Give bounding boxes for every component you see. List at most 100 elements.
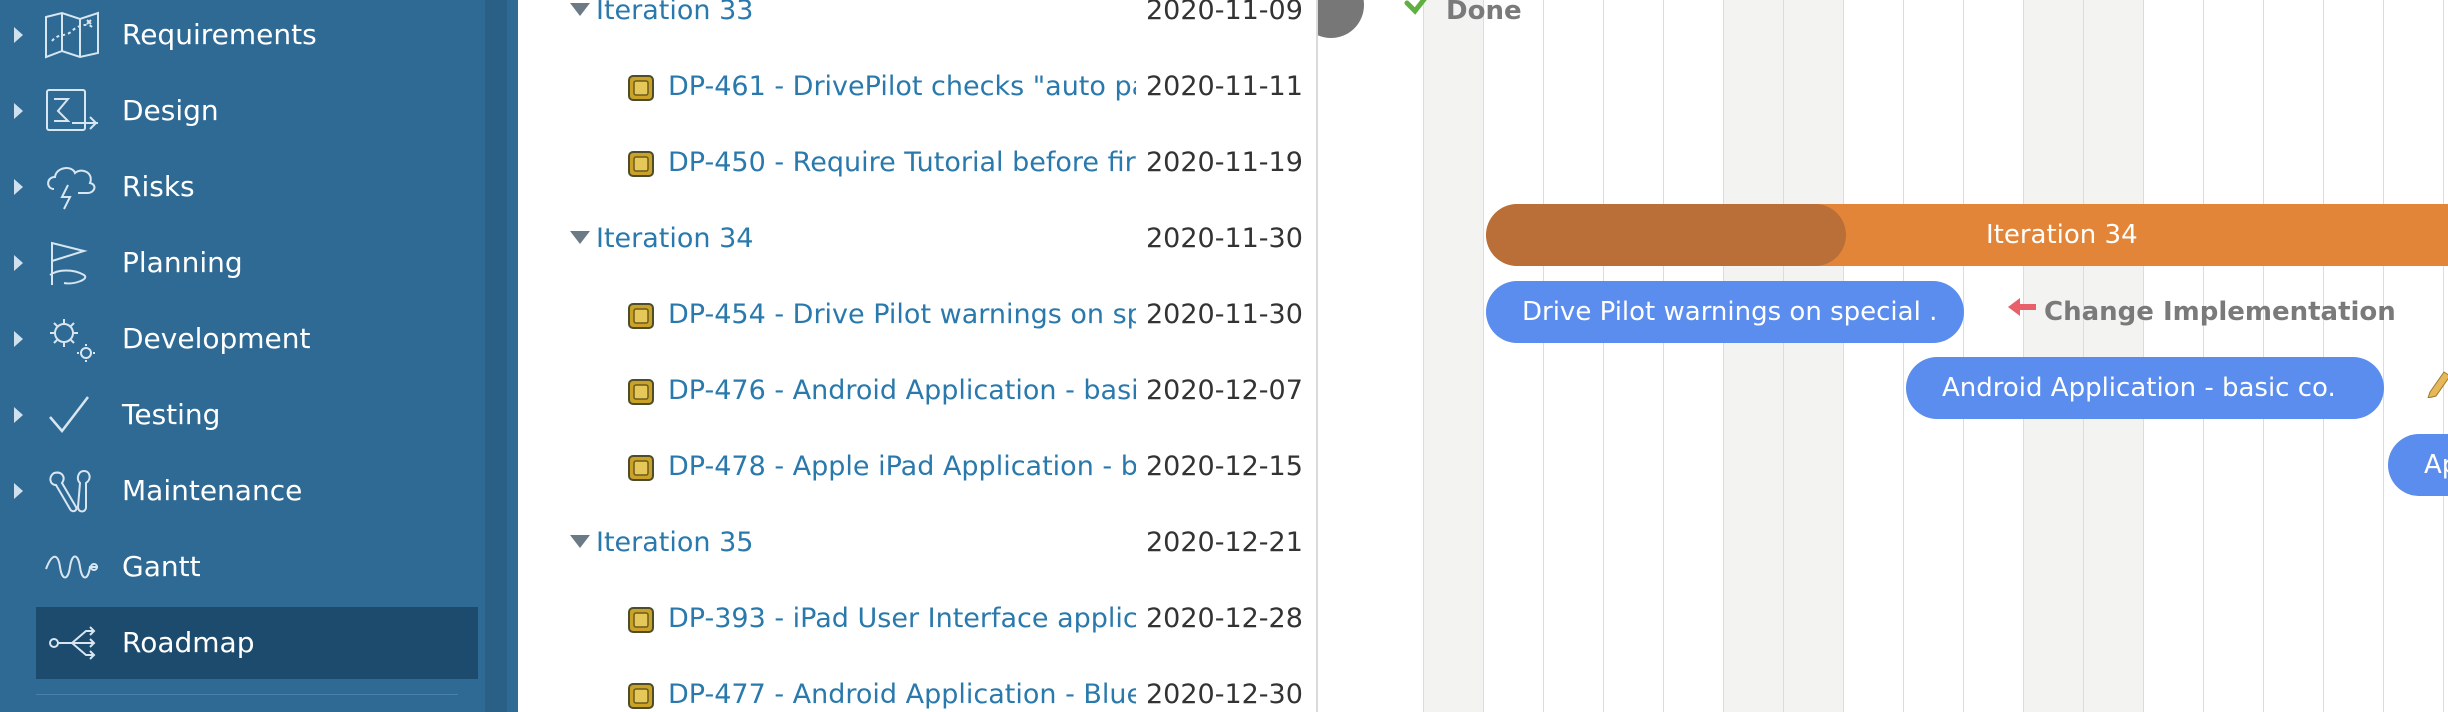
requirement-icon [628, 151, 654, 177]
expand-caret-icon[interactable] [14, 255, 23, 271]
sidebar-item-planning[interactable]: Planning [0, 227, 480, 299]
gantt-column [1784, 0, 1844, 712]
gantt-column [1484, 0, 1544, 712]
task-bar-dp-478[interactable]: Ap [2388, 434, 2448, 496]
gantt-column [2084, 0, 2144, 712]
expand-caret-icon[interactable] [14, 27, 23, 43]
sidebar-item-label: Roadmap [122, 626, 255, 659]
gantt-column [2444, 0, 2448, 712]
sidebar-item-design[interactable]: Design [0, 75, 480, 147]
requirement-link[interactable]: DP-476 - Android Application - basic con… [668, 353, 1136, 429]
iteration-label[interactable]: Iteration 33 [596, 0, 753, 49]
gantt-icon [44, 543, 100, 591]
requirement-link[interactable]: DP-454 - Drive Pilot warnings on special… [668, 277, 1136, 353]
gantt-column [2024, 0, 2084, 712]
tree-item-row[interactable]: DP-454 - Drive Pilot warnings on special… [518, 277, 1316, 353]
sidebar-scrollbar[interactable] [485, 0, 507, 712]
sidebar-nav: Requirements Design Risks Planning Devel… [0, 0, 518, 712]
expand-caret-icon[interactable] [14, 407, 23, 423]
requirements-tree: Iteration 33 2020-11-09 DP-461 - DrivePi… [518, 0, 1316, 712]
collapse-triangle-icon[interactable] [570, 3, 590, 16]
tree-item-row[interactable]: DP-461 - DrivePilot checks "auto parking… [518, 49, 1316, 125]
sidebar-item-label: Risks [122, 170, 195, 203]
sidebar-item-label: Planning [122, 246, 243, 279]
gantt-column [1904, 0, 1964, 712]
expand-caret-icon[interactable] [14, 103, 23, 119]
row-date: 2020-12-28 [1146, 603, 1303, 634]
requirement-link[interactable]: DP-477 - Android Application - Bluetooth [668, 657, 1136, 712]
expand-caret-icon[interactable] [14, 179, 23, 195]
back-arrow-icon [2006, 296, 2038, 326]
storm-cloud-icon [44, 163, 100, 211]
task-bar-dp-454[interactable]: Drive Pilot warnings on special . [1486, 281, 1964, 343]
sidebar-item-testing[interactable]: Testing [0, 379, 480, 451]
sidebar-item-roadmap[interactable]: Roadmap [36, 607, 478, 679]
task-bar-label: Drive Pilot warnings on special . [1522, 297, 1938, 327]
tree-item-row[interactable]: DP-393 - iPad User Interface application… [518, 581, 1316, 657]
row-date: 2020-12-07 [1146, 375, 1303, 406]
sidebar-item-label: Design [122, 94, 219, 127]
gantt-column [1544, 0, 1604, 712]
row-date: 2020-11-11 [1146, 71, 1303, 102]
divider [36, 694, 458, 695]
gantt-column [1664, 0, 1724, 712]
requirement-link[interactable]: DP-461 - DrivePilot checks "auto parking… [668, 49, 1136, 125]
map-icon [44, 11, 100, 59]
gantt-column [1964, 0, 2024, 712]
iteration-label[interactable]: Iteration 34 [596, 201, 753, 277]
done-check-icon [1404, 0, 1432, 20]
flag-icon [44, 239, 100, 287]
tree-item-row[interactable]: DP-450 - Require Tutorial before first u… [518, 125, 1316, 201]
design-icon [44, 87, 100, 135]
iteration-33-bar[interactable] [1318, 0, 1364, 38]
tree-group-row[interactable]: Iteration 34 2020-11-30 [518, 201, 1316, 277]
sidebar-item-gantt[interactable]: Gantt [0, 531, 480, 603]
sidebar-item-label: Development [122, 322, 311, 355]
task-bar-label: Ap [2424, 450, 2448, 480]
row-date: 2020-12-15 [1146, 451, 1303, 482]
gantt-column [1844, 0, 1904, 712]
sidebar-item-maintenance[interactable]: Maintenance [0, 455, 480, 527]
tree-group-row[interactable]: Iteration 35 2020-12-21 [518, 505, 1316, 581]
gantt-column [2144, 0, 2204, 712]
requirement-link[interactable]: DP-393 - iPad User Interface application [668, 581, 1136, 657]
gantt-column [1424, 0, 1484, 712]
requirement-link[interactable]: DP-478 - Apple iPad Application - basic … [668, 429, 1136, 505]
sidebar-item-label: Requirements [122, 18, 317, 51]
sidebar-item-label: Gantt [122, 550, 201, 583]
requirement-icon [628, 455, 654, 481]
milestone-label: Change Implementation [2044, 297, 2396, 327]
gantt-column [1724, 0, 1784, 712]
task-bar-label: Android Application - basic co. [1942, 373, 2336, 403]
requirement-icon [628, 303, 654, 329]
expand-caret-icon[interactable] [14, 483, 23, 499]
requirement-icon [628, 75, 654, 101]
collapse-triangle-icon[interactable] [570, 535, 590, 548]
task-bar-dp-476[interactable]: Android Application - basic co. [1906, 357, 2384, 419]
gantt-timeline[interactable]: Done Iteration 34 Drive Pilot warnings o… [1316, 0, 2448, 712]
tree-item-row[interactable]: DP-478 - Apple iPad Application - basic … [518, 429, 1316, 505]
requirement-icon [628, 379, 654, 405]
tree-group-row[interactable]: Iteration 33 2020-11-09 [518, 0, 1316, 49]
checkmark-icon [44, 391, 100, 439]
requirement-icon [628, 683, 654, 709]
row-date: 2020-12-21 [1146, 527, 1303, 558]
iteration-34-bar[interactable]: Iteration 34 [1486, 204, 2448, 266]
gantt-column [1364, 0, 1424, 712]
sidebar-item-label: Maintenance [122, 474, 303, 507]
done-status-label: Done [1446, 0, 1522, 26]
sidebar-item-requirements[interactable]: Requirements [0, 0, 480, 71]
sidebar-item-development[interactable]: Development [0, 303, 480, 375]
gantt-column [1604, 0, 1664, 712]
tree-item-row[interactable]: DP-476 - Android Application - basic con… [518, 353, 1316, 429]
sidebar-item-risks[interactable]: Risks [0, 151, 480, 223]
pencil-icon [2426, 368, 2448, 402]
requirement-link[interactable]: DP-450 - Require Tutorial before first u… [668, 125, 1136, 201]
tree-item-row[interactable]: DP-477 - Android Application - Bluetooth… [518, 657, 1316, 712]
row-date: 2020-11-30 [1146, 223, 1303, 254]
row-date: 2020-11-19 [1146, 147, 1303, 178]
iteration-label[interactable]: Iteration 35 [596, 505, 753, 581]
expand-caret-icon[interactable] [14, 331, 23, 347]
collapse-triangle-icon[interactable] [570, 231, 590, 244]
iteration-bar-label: Iteration 34 [1986, 220, 2138, 250]
